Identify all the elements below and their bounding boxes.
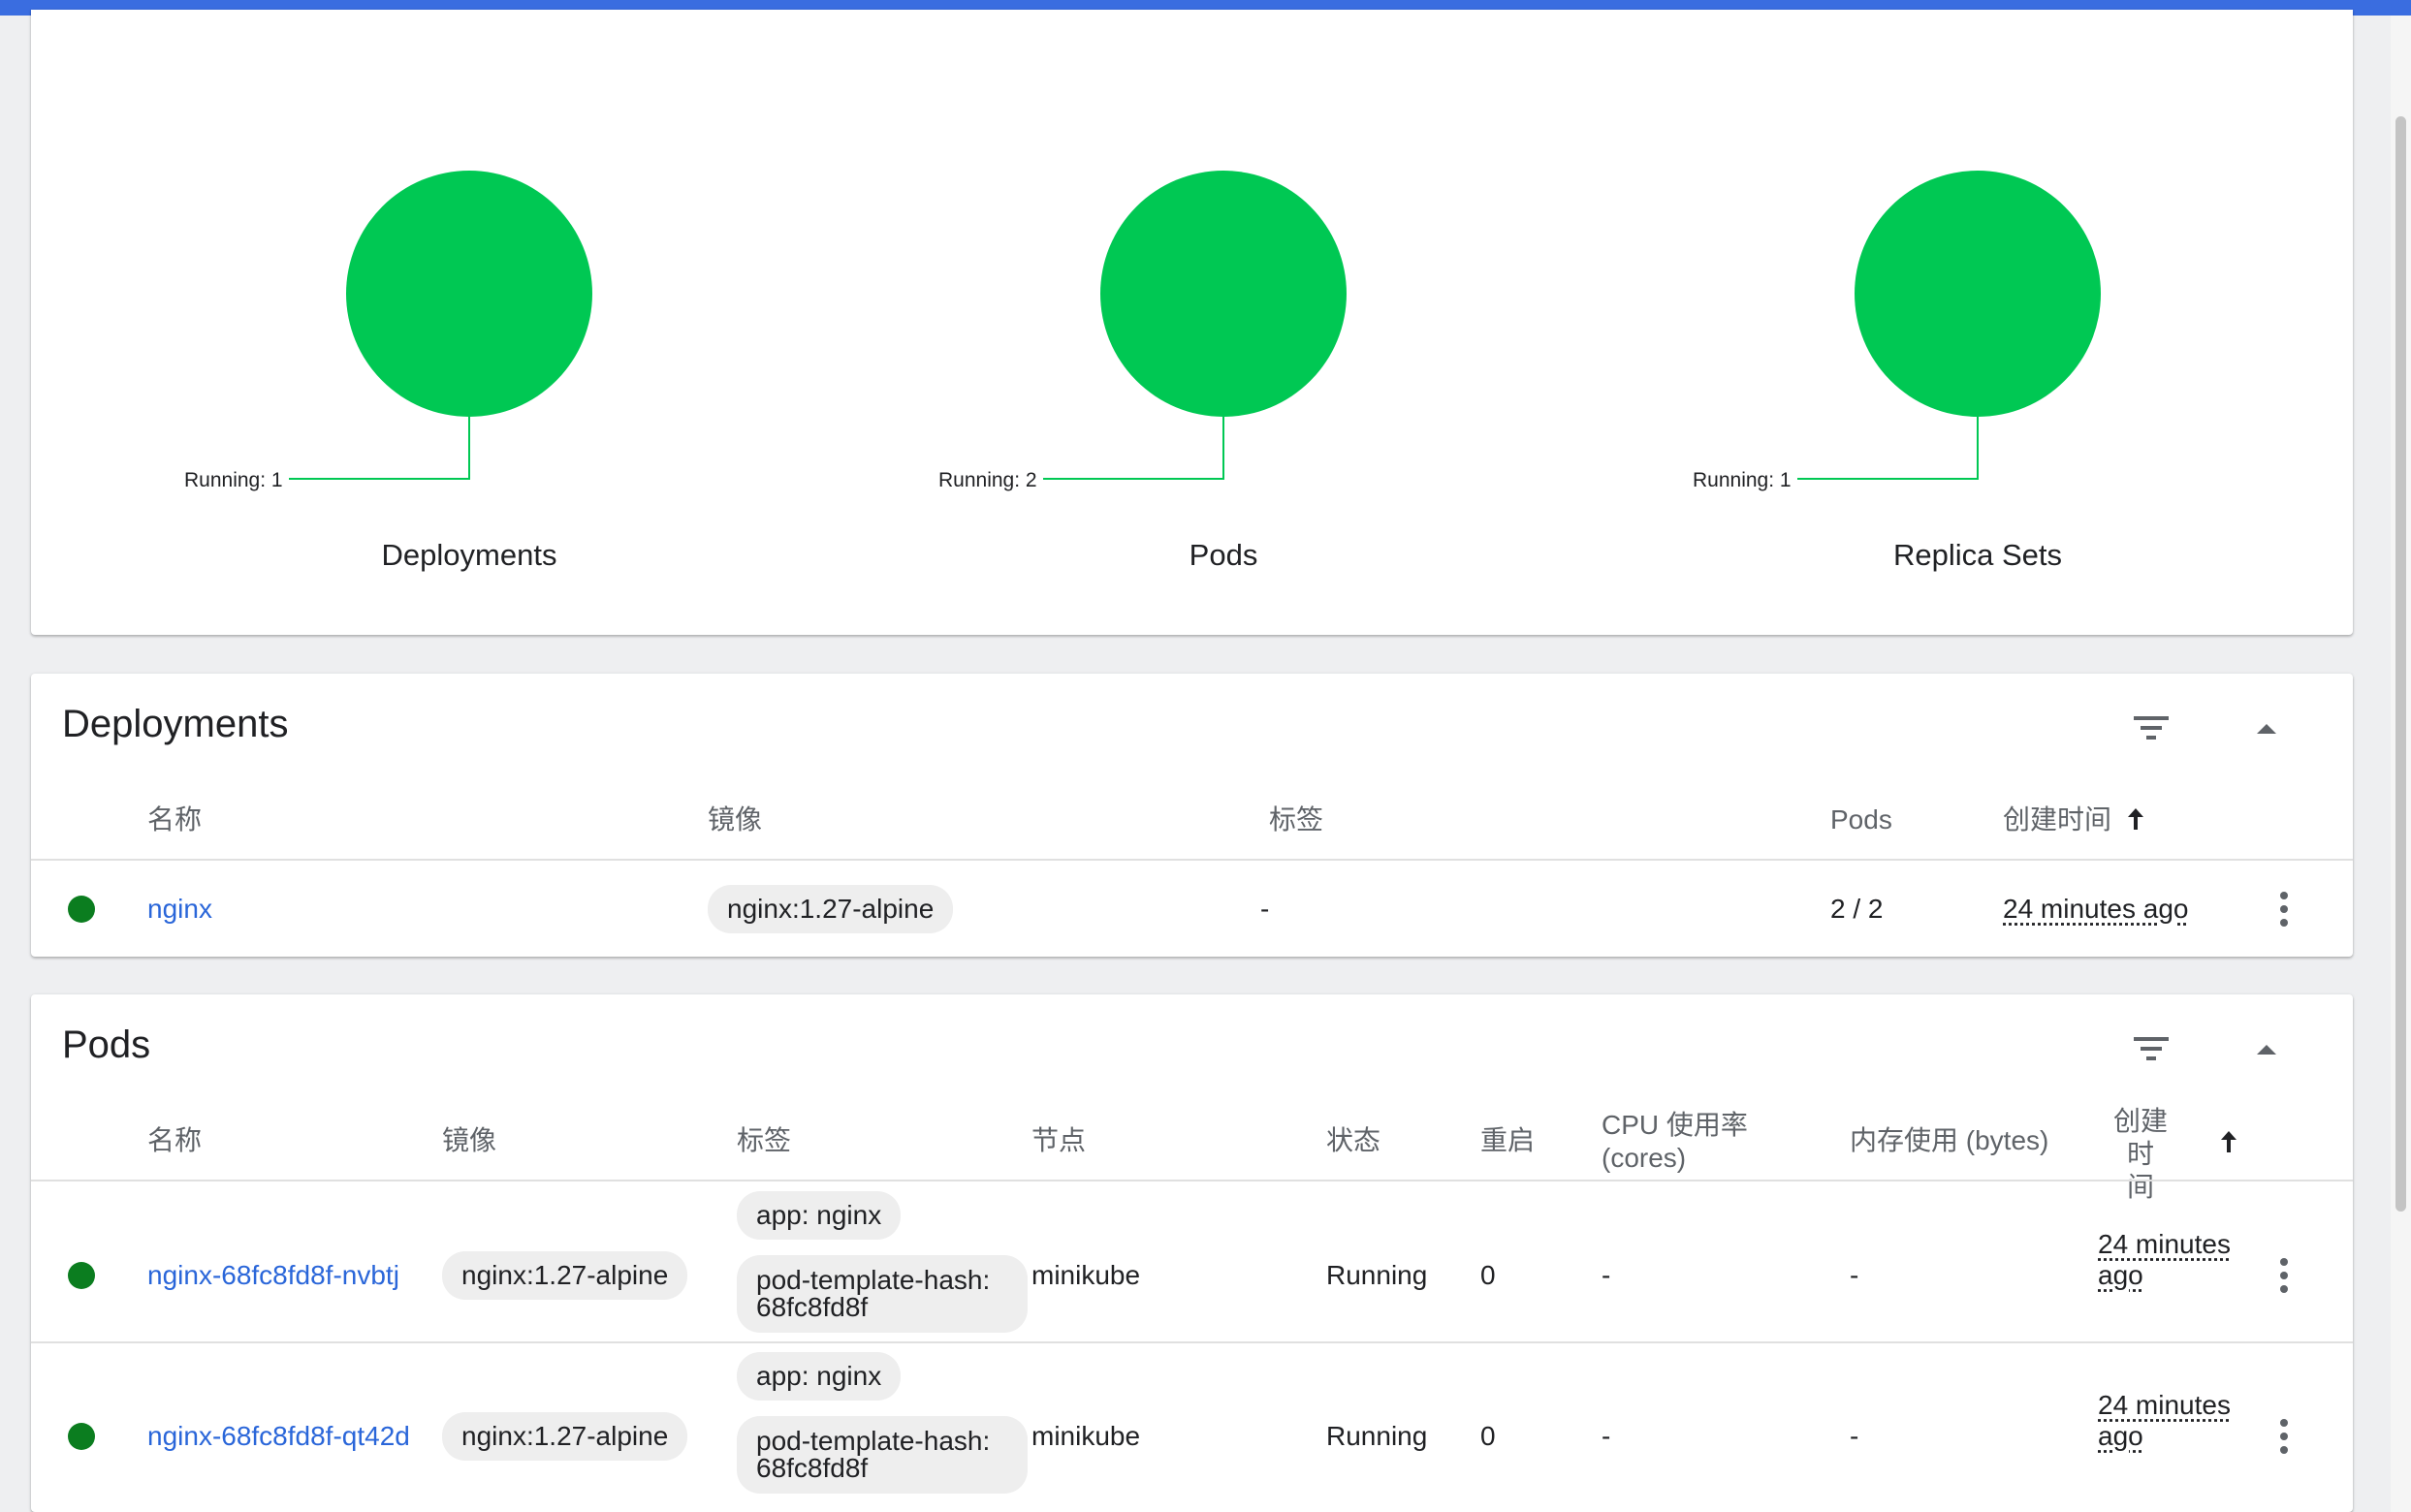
deployments-collapse-button[interactable]: [2236, 697, 2298, 759]
pod-name-link[interactable]: nginx-68fc8fd8f-nvbtj: [147, 1260, 399, 1291]
header-divider: [31, 1180, 2353, 1181]
label-chip: pod-template-hash: 68fc8fd8f: [737, 1416, 1028, 1494]
deployment-name-link[interactable]: nginx: [147, 894, 212, 925]
chart-deployments: Running: 1 Deployments: [60, 10, 816, 635]
image-chip: nginx:1.27-alpine: [442, 1251, 688, 1300]
labels-value: -: [1260, 894, 1270, 924]
chart-title-deployments: Deployments: [381, 538, 557, 572]
pods-running-slice: [1100, 171, 1347, 417]
column-header-memory: 内存使用 (bytes): [1850, 1125, 2049, 1155]
image-chip: nginx:1.27-alpine: [442, 1412, 688, 1461]
deployments-running-slice: [346, 171, 592, 417]
memory-value: -: [1850, 1260, 1859, 1290]
filter-icon: [2134, 1037, 2169, 1060]
column-header-labels: 标签: [1269, 804, 1324, 835]
memory-value: -: [1850, 1421, 1859, 1451]
row-divider: [31, 1341, 2353, 1343]
filter-icon: [2134, 716, 2169, 740]
created-time-line1: 24 minutes: [2098, 1390, 2231, 1420]
cpu-value: -: [1602, 1260, 1611, 1290]
column-header-created[interactable]: 创建时间: [2003, 803, 2146, 836]
node-value: minikube: [1031, 1421, 1141, 1451]
node-value: minikube: [1031, 1260, 1141, 1290]
more-vert-icon[interactable]: [2265, 1412, 2303, 1461]
scrollbar-thumb[interactable]: [2395, 116, 2406, 1212]
pods-count: 2 / 2: [1830, 894, 1884, 924]
column-header-created-line1: 创建时: [2112, 1106, 2168, 1169]
replica-sets-running-label: Running: 1: [1693, 469, 1792, 491]
column-header-status[interactable]: 状态: [1326, 1124, 1380, 1157]
column-header-created[interactable]: 创建时 间: [2110, 1105, 2172, 1204]
deployments-filter-button[interactable]: [2120, 697, 2182, 759]
created-time: 24 minutes ago: [2003, 894, 2189, 924]
created-time-line1: 24 minutes: [2098, 1229, 2231, 1259]
column-header-restarts[interactable]: 重启: [1480, 1124, 1535, 1157]
label-chip: app: nginx: [737, 1352, 902, 1401]
created-time-line2: ago: [2098, 1421, 2143, 1451]
header-divider: [31, 859, 2353, 861]
chart-replica-sets: Running: 1 Replica Sets: [1569, 10, 2325, 635]
chart-title-replica-sets: Replica Sets: [1892, 538, 2063, 572]
deployments-card: Deployments 名称 镜像 标签 Pods 创建时间 nginx ngi…: [31, 674, 2353, 957]
status-value: Running: [1326, 1421, 1428, 1451]
deployments-running-label: Running: 1: [184, 469, 283, 491]
column-header-labels: 标签: [737, 1125, 792, 1155]
pods-label-line: [1043, 417, 1224, 480]
workload-status-card: Running: 1 Deployments Running: 2 Pods R…: [31, 10, 2353, 635]
label-chip: pod-template-hash: 68fc8fd8f: [737, 1255, 1028, 1333]
replica-sets-running-slice: [1855, 171, 2101, 417]
column-header-node[interactable]: 节点: [1031, 1124, 1086, 1157]
more-vert-icon[interactable]: [2265, 1251, 2303, 1300]
restarts-value: 0: [1480, 1260, 1496, 1290]
pods-card: Pods 名称 镜像 标签 节点 状态 重启 CPU 使用率 (cores) 内…: [31, 994, 2353, 1512]
column-header-cpu-line1: CPU 使用率: [1602, 1110, 1748, 1140]
created-time-line2: ago: [2098, 1260, 2143, 1290]
created-time: 24 minutes ago: [2098, 1229, 2231, 1291]
pod-name-link[interactable]: nginx-68fc8fd8f-qt42d: [147, 1421, 410, 1452]
label-chip: app: nginx: [737, 1191, 902, 1240]
status-dot-icon: [68, 896, 95, 923]
column-header-cpu-line2: (cores): [1602, 1143, 1687, 1173]
pods-card-title: Pods: [62, 1024, 151, 1066]
pods-running-label: Running: 2: [938, 469, 1037, 491]
deployments-card-title: Deployments: [62, 703, 289, 745]
image-chip: nginx:1.27-alpine: [708, 885, 954, 933]
column-header-cpu: CPU 使用率 (cores): [1602, 1109, 1748, 1175]
chart-title-pods: Pods: [1189, 538, 1258, 572]
restarts-value: 0: [1480, 1421, 1496, 1451]
column-header-created-label: 创建时间: [2003, 804, 2112, 835]
deployments-label-line: [289, 417, 470, 480]
column-header-image: 镜像: [442, 1125, 497, 1155]
created-time: 24 minutes ago: [2098, 1390, 2231, 1452]
chevron-up-icon: [2257, 724, 2276, 734]
status-dot-icon: [68, 1262, 95, 1289]
column-header-image: 镜像: [708, 804, 763, 835]
column-header-pods: Pods: [1830, 804, 1892, 835]
column-header-created-line2: 间: [2126, 1172, 2154, 1202]
chart-pods: Running: 2 Pods: [814, 10, 1570, 635]
pods-filter-button[interactable]: [2120, 1018, 2182, 1080]
chevron-up-icon: [2257, 1045, 2276, 1055]
column-header-name[interactable]: 名称: [147, 1124, 202, 1157]
replica-sets-label-line: [1797, 417, 1979, 480]
pods-collapse-button[interactable]: [2236, 1018, 2298, 1080]
arrow-up-icon: [2127, 808, 2143, 830]
cpu-value: -: [1602, 1421, 1611, 1451]
more-vert-icon[interactable]: [2265, 885, 2303, 933]
column-header-name[interactable]: 名称: [147, 803, 202, 836]
arrow-up-icon[interactable]: [2218, 1130, 2239, 1153]
status-dot-icon: [68, 1423, 95, 1450]
status-value: Running: [1326, 1260, 1428, 1290]
